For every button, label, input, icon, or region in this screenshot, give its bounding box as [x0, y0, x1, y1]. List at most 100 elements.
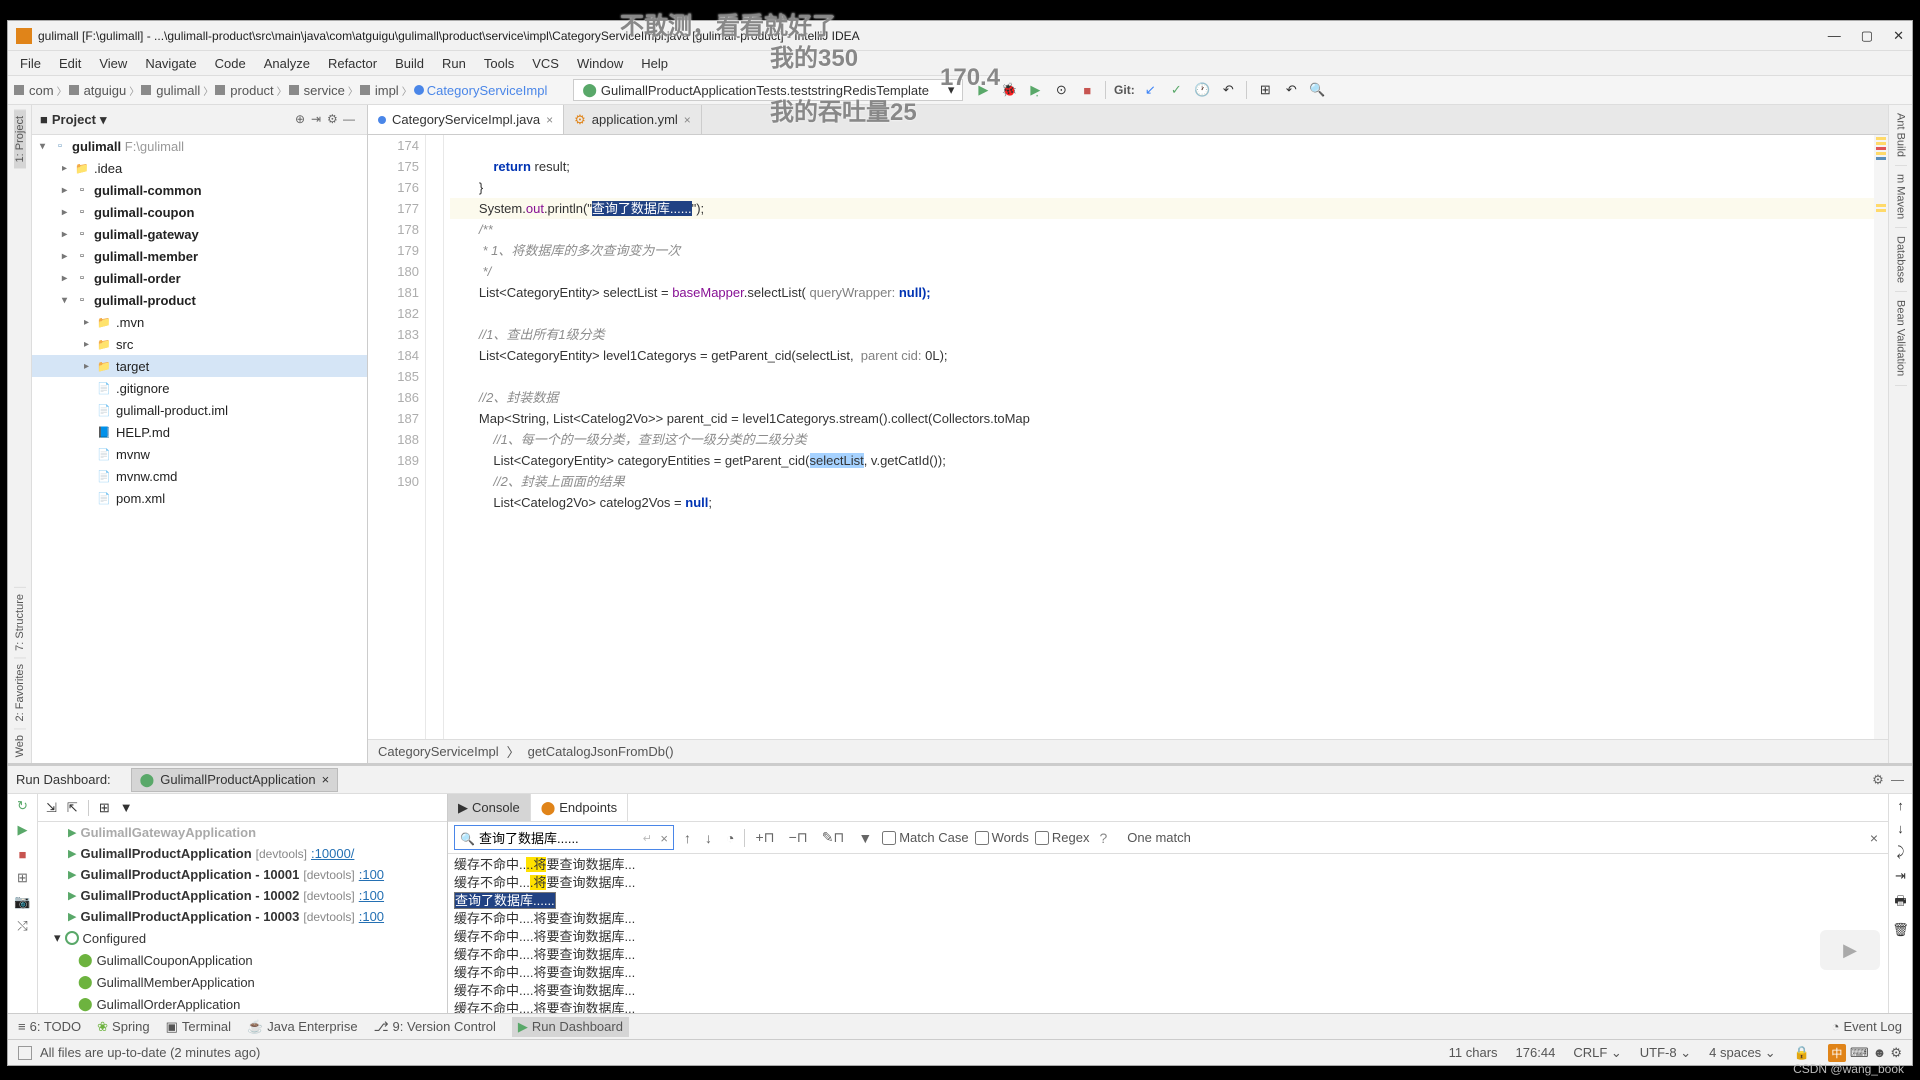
regex-checkbox[interactable]: Regex [1035, 830, 1090, 845]
rail-ant[interactable]: Ant Build [1895, 105, 1907, 166]
rail-web[interactable]: Web [14, 728, 26, 763]
menu-file[interactable]: File [12, 54, 49, 73]
rerun-icon[interactable]: ↻ [15, 798, 31, 814]
edit-icon[interactable]: ✎⊓ [818, 829, 849, 846]
console-output[interactable]: 缓存不命中....将要查询数据库...缓存不命中....将要查询数据库...查询… [448, 854, 1888, 1013]
tree-item[interactable]: ▸▫gulimall-coupon [32, 201, 367, 223]
hide-icon[interactable]: — [1891, 772, 1904, 787]
scroll-up-icon[interactable]: ↑ [1897, 798, 1904, 813]
filter-icon[interactable]: ▼ [120, 800, 133, 815]
menu-code[interactable]: Code [207, 54, 254, 73]
camera-icon[interactable]: 📷 [15, 894, 31, 910]
vcs-revert-icon[interactable]: ↶ [1220, 82, 1236, 98]
remove-icon[interactable]: −⊓ [785, 829, 812, 846]
config-item[interactable]: ⬤ GulimallOrderApplication [38, 993, 447, 1013]
run-dashboard-tab[interactable]: ⬤GulimallProductApplication× [131, 768, 339, 792]
run-item[interactable]: ▶GulimallGatewayApplication [38, 822, 447, 843]
maximize-button[interactable]: ▢ [1861, 28, 1873, 44]
close-search-icon[interactable]: × [1866, 830, 1882, 846]
rail-bean[interactable]: Bean Validation [1895, 292, 1907, 385]
scroll-down-icon[interactable]: ↓ [1897, 821, 1904, 836]
bottom-todo[interactable]: ≡ 6: TODO [18, 1019, 81, 1034]
rail-maven[interactable]: m Maven [1895, 166, 1907, 228]
collapse-icon[interactable]: ⇱ [67, 800, 78, 816]
rail-project[interactable]: 1: Project [14, 109, 26, 168]
config-item[interactable]: ⬤ GulimallCouponApplication [38, 949, 447, 971]
words-checkbox[interactable]: Words [975, 830, 1029, 845]
console-tab[interactable]: ▶ Console [448, 794, 531, 821]
rail-database[interactable]: Database [1895, 228, 1907, 292]
help-icon[interactable]: ? [1095, 830, 1111, 846]
trash-icon[interactable]: 🗑 [1892, 922, 1909, 938]
project-tree[interactable]: ▾▫gulimall F:\gulimall ▸📁.idea▸▫gulimall… [32, 135, 367, 763]
tree-item[interactable]: 📄mvnw [32, 443, 367, 465]
run-item[interactable]: ▶GulimallProductApplication - 10001 [dev… [38, 864, 447, 885]
rail-favorites[interactable]: 2: Favorites [14, 657, 26, 727]
endpoints-tab[interactable]: ⬤ Endpoints [531, 794, 628, 821]
funnel-icon[interactable]: ▼ [854, 830, 876, 846]
prev-match-icon[interactable]: ↑ [680, 830, 695, 846]
tree-item[interactable]: 📘HELP.md [32, 421, 367, 443]
add-icon[interactable]: +⊓ [751, 829, 778, 846]
run-item[interactable]: ▶GulimallProductApplication - 10003 [dev… [38, 906, 447, 927]
tab-application-yml[interactable]: ⚙application.yml× [564, 105, 702, 134]
tree-item[interactable]: ▾▫gulimall-product [32, 289, 367, 311]
stop-button[interactable]: ■ [1079, 82, 1095, 98]
tree-item[interactable]: 📄mvnw.cmd [32, 465, 367, 487]
bottom-run-dashboard[interactable]: ▶ Run Dashboard [512, 1017, 629, 1037]
tree-item[interactable]: ▸📁.mvn [32, 311, 367, 333]
close-button[interactable]: ✕ [1893, 28, 1904, 44]
tree-item[interactable]: 📄.gitignore [32, 377, 367, 399]
profile-button[interactable]: ⊙ [1053, 82, 1069, 98]
status-enc[interactable]: UTF-8 ⌄ [1640, 1045, 1691, 1061]
run-icon[interactable]: ▶ [15, 822, 31, 838]
video-play-button[interactable]: ▶ [1820, 930, 1880, 970]
tree-item[interactable]: ▸📁target [32, 355, 367, 377]
menu-view[interactable]: View [91, 54, 135, 73]
menu-edit[interactable]: Edit [51, 54, 89, 73]
config-item[interactable]: ⬤ GulimallMemberApplication [38, 971, 447, 993]
bottom-vcs[interactable]: ⎇ 9: Version Control [374, 1019, 496, 1035]
search-input[interactable] [454, 825, 674, 850]
menu-build[interactable]: Build [387, 54, 432, 73]
tree-item[interactable]: ▸▫gulimall-common [32, 179, 367, 201]
expand-icon[interactable]: ⇲ [46, 800, 57, 816]
vcs-commit-icon[interactable]: ✓ [1168, 82, 1184, 98]
matchcase-checkbox[interactable]: Match Case [882, 830, 968, 845]
menu-analyze[interactable]: Analyze [256, 54, 318, 73]
code-editor[interactable]: 1741751761771781791801811821831841851861… [368, 135, 1888, 739]
tree-item[interactable]: ▸▫gulimall-gateway [32, 223, 367, 245]
crumb[interactable]: atguigu〉 [69, 83, 140, 98]
locate-icon[interactable]: ⊕ [295, 112, 311, 128]
minimize-button[interactable]: — [1828, 28, 1841, 44]
run-item[interactable]: ▶GulimallProductApplication - 10002 [dev… [38, 885, 447, 906]
vcs-update-icon[interactable]: ↙ [1142, 82, 1158, 98]
bottom-terminal[interactable]: ▣ Terminal [166, 1019, 231, 1035]
structure-icon[interactable]: ⊞ [1257, 82, 1273, 98]
crumb[interactable]: gulimall〉 [141, 83, 213, 98]
crumb[interactable]: CategoryServiceImpl [414, 83, 548, 98]
clear-search-icon[interactable]: × [660, 831, 668, 846]
tree-item[interactable]: ▸▫gulimall-order [32, 267, 367, 289]
close-icon[interactable]: × [322, 772, 330, 787]
tree-item[interactable]: ▸📁src [32, 333, 367, 355]
crumb[interactable]: service〉 [289, 83, 358, 98]
tree-item[interactable]: ▸📁.idea [32, 157, 367, 179]
settings-icon[interactable]: ⚙ [327, 112, 343, 128]
bottom-javaee[interactable]: ☕ Java Enterprise [247, 1019, 358, 1035]
close-icon[interactable]: × [684, 113, 691, 127]
vcs-history-icon[interactable]: 🕐 [1194, 82, 1210, 98]
event-log[interactable]: ◔ Event Log [1832, 1019, 1902, 1034]
tree-item[interactable]: 📄pom.xml [32, 487, 367, 509]
scroll-end-icon[interactable]: ⇥ [1895, 868, 1906, 884]
exit-icon[interactable]: ⤭ [15, 918, 31, 934]
gear-icon[interactable]: ⚙ [1872, 772, 1884, 788]
configured-group[interactable]: ▾ Configured [38, 927, 447, 949]
menu-refactor[interactable]: Refactor [320, 54, 385, 73]
rail-structure[interactable]: 7: Structure [14, 587, 26, 657]
menu-window[interactable]: Window [569, 54, 631, 73]
menu-vcs[interactable]: VCS [524, 54, 567, 73]
status-indent[interactable]: 4 spaces ⌄ [1709, 1045, 1776, 1061]
menu-help[interactable]: Help [633, 54, 676, 73]
tree-item[interactable]: 📄gulimall-product.iml [32, 399, 367, 421]
